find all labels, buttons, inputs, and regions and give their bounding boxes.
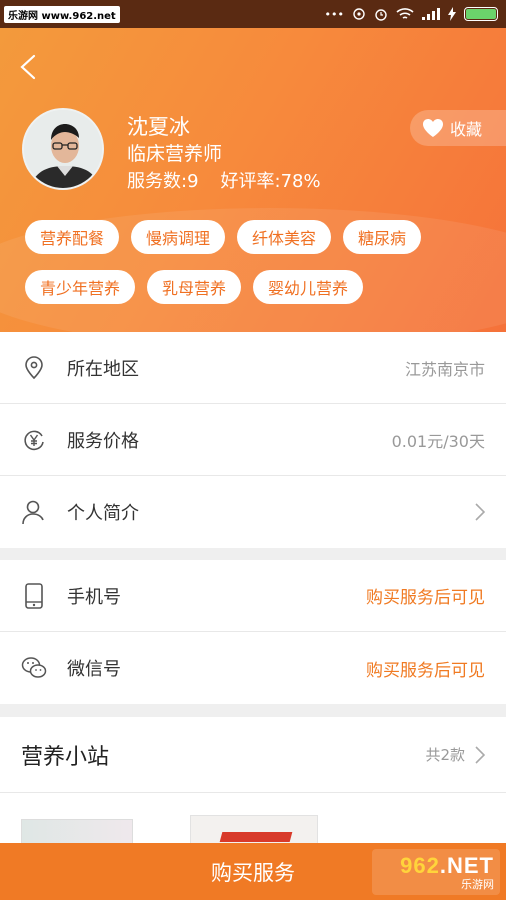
price-label: 服务价格: [67, 430, 139, 452]
station-count: 共2款: [425, 746, 465, 764]
dots-icon: •••: [324, 7, 344, 21]
wechat-icon: [21, 655, 47, 681]
service-count: 服务数:9: [127, 171, 199, 192]
bio-label: 个人简介: [67, 503, 139, 524]
avatar: [22, 108, 104, 190]
location-pin-icon: [21, 355, 47, 381]
specialty-tag[interactable]: 青少年营养: [25, 270, 136, 304]
favorite-label: 收藏: [450, 120, 483, 139]
station-header[interactable]: 营养小站 共2款: [0, 717, 506, 793]
specialty-tag[interactable]: 营养配餐: [25, 220, 120, 254]
specialty-tag[interactable]: 慢病调理: [131, 220, 226, 254]
price-value: 0.01元/30天: [391, 431, 485, 451]
specialty-tag[interactable]: 乳母营养: [147, 270, 242, 304]
station-title: 营养小站: [21, 744, 110, 770]
watermark: 乐游网 www.962.net: [4, 5, 120, 23]
rating: 好评率:78%: [220, 171, 321, 192]
wechat-row: 微信号 购买服务后可见: [0, 632, 506, 704]
charging-icon: [448, 7, 456, 21]
region-value: 江苏南京市: [404, 359, 485, 379]
phone-value: 购买服务后可见: [366, 588, 485, 608]
status-bar: 乐游网 www.962.net •••: [0, 0, 506, 28]
battery-icon: [464, 7, 498, 21]
signal-icon: [422, 8, 440, 20]
region-row: 所在地区 江苏南京市: [0, 332, 506, 404]
heart-icon: [423, 119, 443, 137]
specialty-tag[interactable]: 纤体美容: [237, 220, 332, 254]
doctor-title: 临床营养师: [127, 143, 223, 165]
phone-icon: [21, 582, 47, 609]
status-icons: •••: [325, 7, 498, 21]
alarm-icon: [375, 9, 387, 21]
info-section: 所在地区 江苏南京市 服务价格 0.01元/30天 个人简介: [0, 332, 506, 548]
wifi-icon: [396, 8, 414, 19]
station-section: 营养小站 共2款: [0, 717, 506, 859]
chevron-right-icon: [475, 745, 485, 764]
hotspot-icon: [353, 8, 365, 20]
chevron-right-icon: [475, 503, 485, 521]
back-arrow-icon[interactable]: [18, 54, 38, 80]
phone-row: 手机号 购买服务后可见: [0, 560, 506, 632]
doctor-name: 沈夏冰: [127, 115, 190, 139]
doctor-stats: 服务数:9 好评率:78%: [127, 167, 321, 193]
yuan-circle-icon: [21, 427, 47, 453]
phone-label: 手机号: [67, 586, 121, 608]
specialty-tag[interactable]: 糖尿病: [343, 220, 422, 254]
wechat-value: 购买服务后可见: [366, 660, 485, 681]
specialty-tag[interactable]: 婴幼儿营养: [253, 270, 364, 304]
region-label: 所在地区: [67, 358, 139, 380]
person-icon: [21, 499, 47, 525]
bio-row[interactable]: 个人简介: [0, 476, 506, 548]
specialty-tags: 营养配餐 慢病调理 纤体美容 糖尿病 青少年营养 乳母营养 婴幼儿营养: [25, 220, 495, 304]
price-row: 服务价格 0.01元/30天: [0, 404, 506, 476]
contact-section: 手机号 购买服务后可见 微信号 购买服务后可见: [0, 560, 506, 704]
logo-subtext: 乐游网: [461, 877, 494, 891]
wechat-label: 微信号: [67, 659, 121, 680]
profile-header: 沈夏冰 临床营养师 服务数:9 好评率:78% 收藏 营养配餐 慢病调理 纤体美…: [0, 28, 506, 332]
favorite-button[interactable]: 收藏: [410, 110, 506, 146]
site-logo: 962.NET 乐游网: [372, 849, 500, 895]
